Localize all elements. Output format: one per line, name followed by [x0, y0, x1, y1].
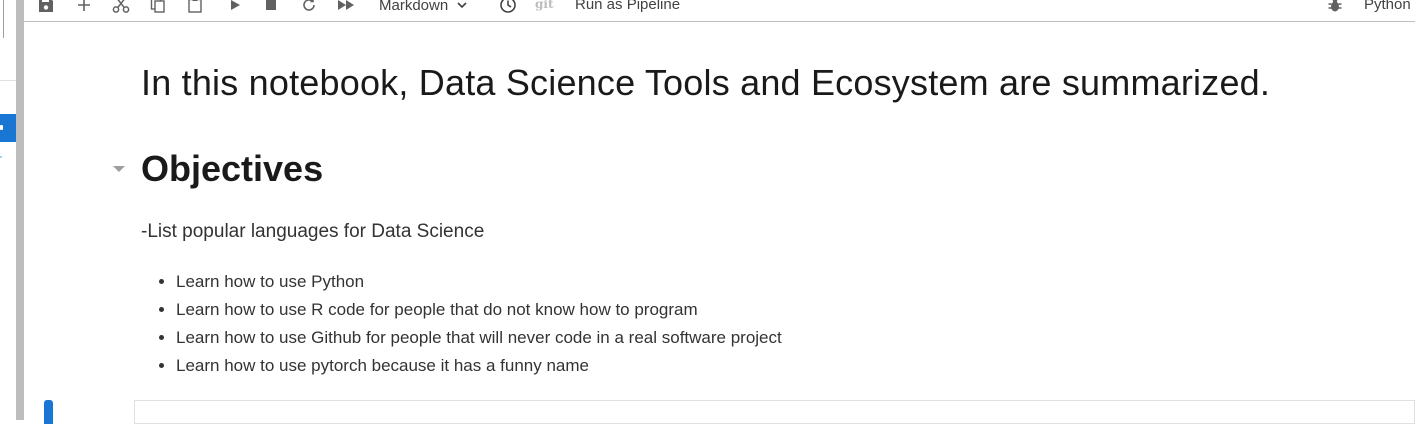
sidebar-active-tab[interactable]	[0, 114, 16, 142]
paste-button[interactable]	[185, 0, 205, 16]
execution-time-button[interactable]	[497, 0, 519, 16]
notebook-panel: Markdown git Run as Pipeline Python In t…	[24, 0, 1415, 424]
cut-icon	[112, 0, 130, 13]
save-button[interactable]	[36, 0, 56, 16]
notebook-toolbar: Markdown git Run as Pipeline Python	[24, 0, 1415, 22]
objectives-list: Learn how to use Python Learn how to use…	[141, 268, 782, 380]
active-cell-indicator	[44, 400, 53, 424]
next-code-cell[interactable]	[134, 400, 1415, 424]
list-item: Learn how to use pytorch because it has …	[176, 352, 782, 380]
caret-down-icon	[113, 166, 125, 172]
kernel-debug-button[interactable]	[1325, 0, 1345, 16]
sidebar-divider	[0, 80, 16, 81]
insert-cell-button[interactable]	[74, 0, 94, 16]
intro-paragraph: -List popular languages for Data Science	[141, 221, 485, 242]
sidebar-indicator	[0, 156, 2, 158]
sidebar-top-box	[0, 0, 4, 38]
cut-button[interactable]	[110, 0, 132, 16]
clock-icon	[500, 0, 516, 13]
cell-type-value: Markdown	[379, 0, 449, 14]
restart-icon	[303, 0, 315, 11]
fast-forward-icon	[338, 0, 354, 10]
list-item: Learn how to use Github for people that …	[176, 324, 782, 352]
run-as-pipeline-button[interactable]: Run as Pipeline	[575, 0, 680, 16]
cell-type-dropdown[interactable]: Markdown	[379, 0, 468, 16]
collapse-heading-button[interactable]	[108, 158, 130, 180]
kernel-name[interactable]: Python	[1364, 0, 1411, 16]
list-item: Learn how to use Python	[176, 268, 782, 296]
left-sidebar	[0, 0, 16, 420]
stop-button[interactable]	[261, 0, 281, 16]
run-button[interactable]	[225, 0, 245, 16]
sidebar-tab-icon	[0, 125, 3, 130]
add-icon	[78, 0, 90, 11]
bug-icon	[1328, 0, 1342, 12]
copy-button[interactable]	[148, 0, 168, 16]
notebook-title: In this notebook, Data Science Tools and…	[141, 62, 1271, 103]
list-item: Learn how to use R code for people that …	[176, 296, 782, 324]
run-all-button[interactable]	[335, 0, 357, 16]
git-button[interactable]: git	[535, 0, 554, 16]
paste-icon	[188, 0, 202, 13]
copy-icon	[150, 0, 165, 13]
objectives-heading-row: Objectives	[108, 148, 323, 190]
section-heading: Objectives	[141, 148, 324, 189]
run-icon	[231, 0, 240, 10]
save-icon	[39, 0, 53, 12]
chevron-down-icon	[457, 2, 467, 9]
stop-icon	[266, 0, 276, 10]
sidebar-splitter[interactable]	[16, 0, 24, 420]
restart-button[interactable]	[299, 0, 319, 16]
